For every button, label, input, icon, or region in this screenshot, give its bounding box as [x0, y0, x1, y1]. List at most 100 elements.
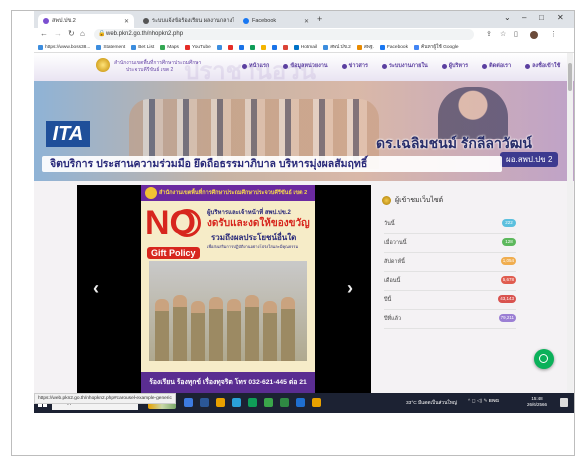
excel-icon[interactable] [280, 398, 289, 407]
new-tab-button[interactable]: + [317, 14, 322, 24]
news-carousel[interactable]: สำนักงานเขตพื้นที่การศึกษาประถมศึกษาประจ… [77, 185, 371, 393]
stats-header: ผู้เข้าชมเว็บไซต์ [382, 195, 443, 206]
bookmark-item[interactable]: YouTube [184, 44, 211, 50]
director-title: ผอ.สพป.ปข 2 [500, 152, 559, 167]
bookmark-item[interactable]: Facebook [379, 44, 408, 50]
complaint-hotline: ร้องเรียน ร้องทุกข์ เรื่องทุจริต โทร 032… [141, 372, 315, 393]
tab-search-icon[interactable]: ⌄ [504, 13, 511, 22]
browser-tab-strip: สพป.ปข.2 ✕ ระบบแจ้งข้อร้องเรียน ผลงานกลา… [34, 11, 574, 28]
contact-icon [482, 63, 488, 69]
person-figure [263, 301, 277, 361]
taskview-icon[interactable] [184, 398, 193, 407]
url-field[interactable]: 🔒 web.pkn2.go.th/nhopkn2.php [94, 29, 474, 40]
site-logo[interactable] [96, 58, 110, 72]
menu-item-home[interactable]: หน้าแรก [242, 62, 269, 70]
menu-item-login[interactable]: ลงชื่อเข้าใช้ [525, 62, 560, 70]
bookmark-favicon-icon [323, 44, 329, 50]
close-tab-icon[interactable]: ✕ [124, 18, 129, 25]
menu-item-about[interactable]: ข้อมูลหน่วยงาน [283, 62, 328, 70]
back-arrow-icon[interactable]: ← [40, 29, 48, 38]
store-icon[interactable] [232, 398, 241, 407]
file-explorer-icon[interactable] [216, 398, 225, 407]
bookmark-item[interactable]: สพฐ. [356, 43, 374, 51]
maximize-button[interactable]: □ [539, 13, 544, 22]
bookmark-favicon-icon [271, 44, 277, 50]
line-icon[interactable] [264, 398, 273, 407]
bookmark-favicon-icon [38, 44, 43, 50]
stats-value-badge: 1,054 [500, 257, 516, 265]
browser-tab-active[interactable]: สพป.ปข.2 ✕ [38, 14, 134, 28]
bookmark-favicon-icon [131, 44, 137, 50]
site-name-line2: ประจวบคีรีขันธ์ เขต 2 [126, 67, 174, 73]
bookmark-item[interactable]: Statement [96, 44, 125, 50]
document-frame: สพป.ปข.2 ✕ ระบบแจ้งข้อร้องเรียน ผลงานกลา… [11, 10, 575, 456]
carousel-prev-icon[interactable]: ‹ [93, 278, 99, 299]
bookmark-item[interactable] [260, 44, 266, 50]
app-icon[interactable] [312, 398, 321, 407]
stats-row-week: สัปดาห์นี้ 1,054 [384, 253, 516, 272]
sidebar-icon[interactable]: ▯ [514, 30, 518, 38]
bookmark-item[interactable]: Maps [160, 44, 179, 50]
slogan: จิตบริการ ประสานความร่วมมือ ยึดถือธรรมาภ… [42, 156, 502, 172]
reload-icon[interactable]: ↻ [68, 29, 75, 38]
menu-item-executives[interactable]: ผู้บริหาร [441, 62, 468, 70]
notification-icon[interactable] [560, 398, 568, 407]
ita-logo[interactable]: ITA [46, 121, 90, 147]
bookmarks-bar: https://www.boss38... Statement Bet List… [34, 42, 574, 53]
crest-icon [145, 187, 157, 199]
browser-tab[interactable]: Facebook ✕ [238, 14, 314, 28]
facebook-icon [379, 44, 385, 50]
google-icon [414, 44, 420, 50]
slide-header-text: สำนักงานเขตพื้นที่การศึกษาประถมศึกษาประจ… [159, 190, 308, 196]
bookmark-favicon-icon [249, 44, 255, 50]
edge-icon[interactable] [200, 398, 209, 407]
stats-value-badge: 5,678 [500, 276, 516, 284]
info-icon [283, 63, 289, 69]
bookmark-item[interactable]: Bet List [131, 44, 154, 50]
share-icon[interactable]: ⇪ [486, 30, 492, 38]
bookmark-item[interactable] [216, 44, 222, 50]
bookmark-item[interactable] [282, 44, 288, 50]
bookmark-item[interactable] [249, 44, 255, 50]
more-menu-icon[interactable]: ⋮ [550, 30, 557, 38]
taskbar-clock[interactable]: 15:48 26/6/2566 [527, 396, 547, 408]
bookmark-item[interactable]: สพป.ปข.2 [323, 43, 351, 51]
youtube-icon [184, 44, 190, 50]
bookmark-item[interactable]: https://www.boss38... [38, 44, 90, 50]
carousel-next-icon[interactable]: › [347, 278, 353, 299]
weather-status[interactable]: 33°C มีแดดเป็นส่วนใหญ่ [406, 399, 457, 407]
user-icon [525, 63, 531, 69]
bookmark-item[interactable] [238, 44, 244, 50]
bookmark-star-icon[interactable]: ☆ [500, 30, 506, 38]
word-icon[interactable] [296, 398, 305, 407]
menu-item-contact[interactable]: ติดต่อเรา [482, 62, 511, 70]
scrollbar-thumb[interactable] [568, 63, 572, 91]
system-tray[interactable]: ^ ◻ ◁) ✎ ENG [468, 399, 499, 404]
bookmark-item[interactable] [227, 44, 233, 50]
close-window-button[interactable]: ✕ [557, 13, 564, 22]
language-indicator[interactable]: ENG [489, 399, 499, 404]
bookmark-favicon-icon [356, 44, 362, 50]
stats-value-badge: 43,143 [498, 295, 516, 303]
person-figure [209, 297, 223, 361]
web-page: ปราชานอวน สำนักงานเขตพื้นที่การศึกษาประถ… [34, 53, 574, 393]
chrome-icon[interactable] [248, 398, 257, 407]
minimize-button[interactable]: – [522, 13, 526, 22]
close-tab-icon[interactable]: ✕ [304, 18, 309, 25]
hotmail-icon [293, 44, 299, 50]
carousel-slide[interactable]: สำนักงานเขตพื้นที่การศึกษาประถมศึกษาประจ… [141, 185, 315, 393]
menu-item-internal-systems[interactable]: ระบบงานภายใน [381, 62, 428, 70]
bookmark-item[interactable]: ค้นหาผู้ใช้ Google [414, 43, 459, 51]
tab-title: สพป.ปข.2 [52, 18, 76, 24]
browser-tab[interactable]: ระบบแจ้งข้อร้องเรียน ผลงานกลางในระบบ สพป… [138, 14, 234, 28]
bookmark-item[interactable]: Hotmail [293, 44, 317, 50]
home-icon[interactable]: ⌂ [80, 29, 85, 38]
profile-avatar[interactable] [530, 31, 538, 39]
menu-item-news[interactable]: ข่าวสาร [341, 62, 368, 70]
forward-arrow-icon[interactable]: → [54, 29, 62, 38]
bookmark-item[interactable] [271, 44, 277, 50]
page-scrollbar[interactable] [567, 53, 573, 393]
bookmark-favicon-icon [96, 44, 102, 50]
chat-button[interactable] [534, 349, 554, 369]
lock-icon: 🔒 [98, 31, 106, 37]
